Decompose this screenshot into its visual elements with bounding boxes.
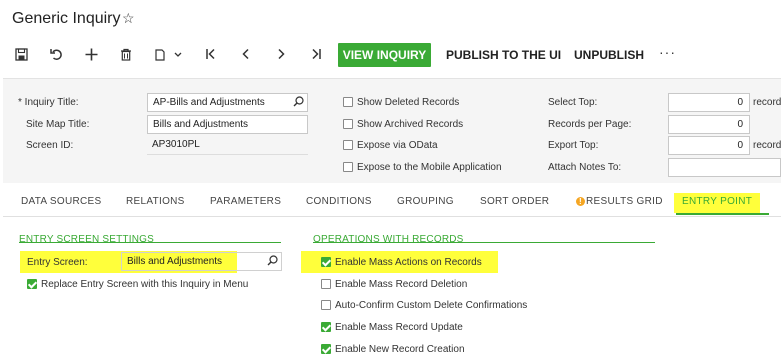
undo-icon[interactable] xyxy=(46,44,66,64)
show-archived-checkbox[interactable] xyxy=(343,119,353,129)
tab-parameters[interactable]: PARAMETERS xyxy=(210,196,281,207)
export-top-label: Export Top: xyxy=(548,140,599,151)
enable-mass-actions-label: Enable Mass Actions on Records xyxy=(335,257,482,268)
export-top-field[interactable]: 0 xyxy=(668,136,750,155)
active-tab-indicator xyxy=(676,213,769,215)
expose-odata-label: Expose via OData xyxy=(357,140,438,151)
previous-icon[interactable] xyxy=(236,44,256,64)
warning-icon: ! xyxy=(576,197,585,206)
replace-entry-screen-checkbox[interactable] xyxy=(27,279,37,289)
enable-mass-actions-checkbox[interactable] xyxy=(321,257,331,267)
required-marker: * xyxy=(18,97,25,108)
select-top-label: Select Top: xyxy=(548,97,598,108)
copy-paste-icon[interactable] xyxy=(151,44,187,64)
operations-with-records-heading: OPERATIONS WITH RECORDS xyxy=(313,234,464,245)
select-top-suffix: record xyxy=(753,97,781,108)
records-per-page-field[interactable]: 0 xyxy=(668,115,750,134)
first-icon[interactable] xyxy=(201,44,221,64)
unpublish-button[interactable]: UNPUBLISH xyxy=(574,48,644,62)
tab-divider xyxy=(3,216,781,217)
screen-id-field[interactable]: AP3010PL xyxy=(147,136,308,155)
replace-entry-screen-label: Replace Entry Screen with this Inquiry i… xyxy=(41,279,249,290)
attach-notes-field[interactable] xyxy=(668,158,781,177)
entry-screen-label: Entry Screen: xyxy=(27,257,88,268)
next-icon[interactable] xyxy=(271,44,291,64)
favorite-star-icon[interactable]: ☆ xyxy=(122,10,135,27)
search-icon[interactable] xyxy=(267,255,278,269)
enable-mass-update-checkbox[interactable] xyxy=(321,322,331,332)
enable-mass-deletion-checkbox[interactable] xyxy=(321,279,331,289)
tab-results-grid[interactable]: ! RESULTS GRID xyxy=(576,196,663,207)
tab-entry-point[interactable]: ENTRY POINT xyxy=(674,193,761,213)
expose-odata-checkbox[interactable] xyxy=(343,140,353,150)
more-actions-button[interactable]: ··· xyxy=(659,44,676,60)
auto-confirm-delete-label: Auto-Confirm Custom Delete Confirmations xyxy=(335,300,528,311)
screen-id-label: Screen ID: xyxy=(26,140,74,151)
enable-mass-deletion-label: Enable Mass Record Deletion xyxy=(335,279,468,290)
enable-mass-update-label: Enable Mass Record Update xyxy=(335,322,463,333)
tab-relations[interactable]: RELATIONS xyxy=(126,196,185,207)
records-per-page-label: Records per Page: xyxy=(548,119,632,130)
attach-notes-label: Attach Notes To: xyxy=(548,162,622,173)
last-icon[interactable] xyxy=(306,44,326,64)
save-icon[interactable] xyxy=(11,44,31,64)
expose-mobile-checkbox[interactable] xyxy=(343,162,353,172)
publish-to-ui-button[interactable]: PUBLISH TO THE UI xyxy=(446,48,561,62)
show-deleted-checkbox[interactable] xyxy=(343,97,353,107)
view-inquiry-button[interactable]: VIEW INQUIRY xyxy=(338,43,431,67)
enable-new-record-label: Enable New Record Creation xyxy=(335,344,465,355)
entry-screen-settings-heading: ENTRY SCREEN SETTINGS xyxy=(19,234,154,245)
inquiry-title-field[interactable]: AP-Bills and Adjustments xyxy=(147,93,308,112)
add-icon[interactable] xyxy=(81,44,101,64)
inquiry-header-form: * Inquiry Title: AP-Bills and Adjustment… xyxy=(3,78,781,183)
show-archived-label: Show Archived Records xyxy=(357,119,464,130)
tab-data-sources[interactable]: DATA SOURCES xyxy=(21,196,101,207)
tab-conditions[interactable]: CONDITIONS xyxy=(306,196,372,207)
search-icon[interactable] xyxy=(293,96,304,110)
show-deleted-label: Show Deleted Records xyxy=(357,97,460,108)
inquiry-title-label: * Inquiry Title: xyxy=(18,97,79,108)
entry-screen-field[interactable]: Bills and Adjustments xyxy=(121,252,282,271)
enable-new-record-checkbox[interactable] xyxy=(321,344,331,354)
select-top-field[interactable]: 0 xyxy=(668,93,750,112)
tab-sort-order[interactable]: SORT ORDER xyxy=(480,196,549,207)
site-map-title-field[interactable]: Bills and Adjustments xyxy=(147,115,308,134)
section-divider xyxy=(19,242,281,243)
tab-grouping[interactable]: GROUPING xyxy=(397,196,454,207)
delete-icon[interactable] xyxy=(116,44,136,64)
auto-confirm-delete-checkbox[interactable] xyxy=(321,300,331,310)
page-title: Generic Inquiry xyxy=(12,10,121,27)
expose-mobile-label: Expose to the Mobile Application xyxy=(357,162,502,173)
site-map-title-label: Site Map Title: xyxy=(26,119,90,130)
section-divider xyxy=(313,242,655,243)
export-top-suffix: record xyxy=(753,140,781,151)
